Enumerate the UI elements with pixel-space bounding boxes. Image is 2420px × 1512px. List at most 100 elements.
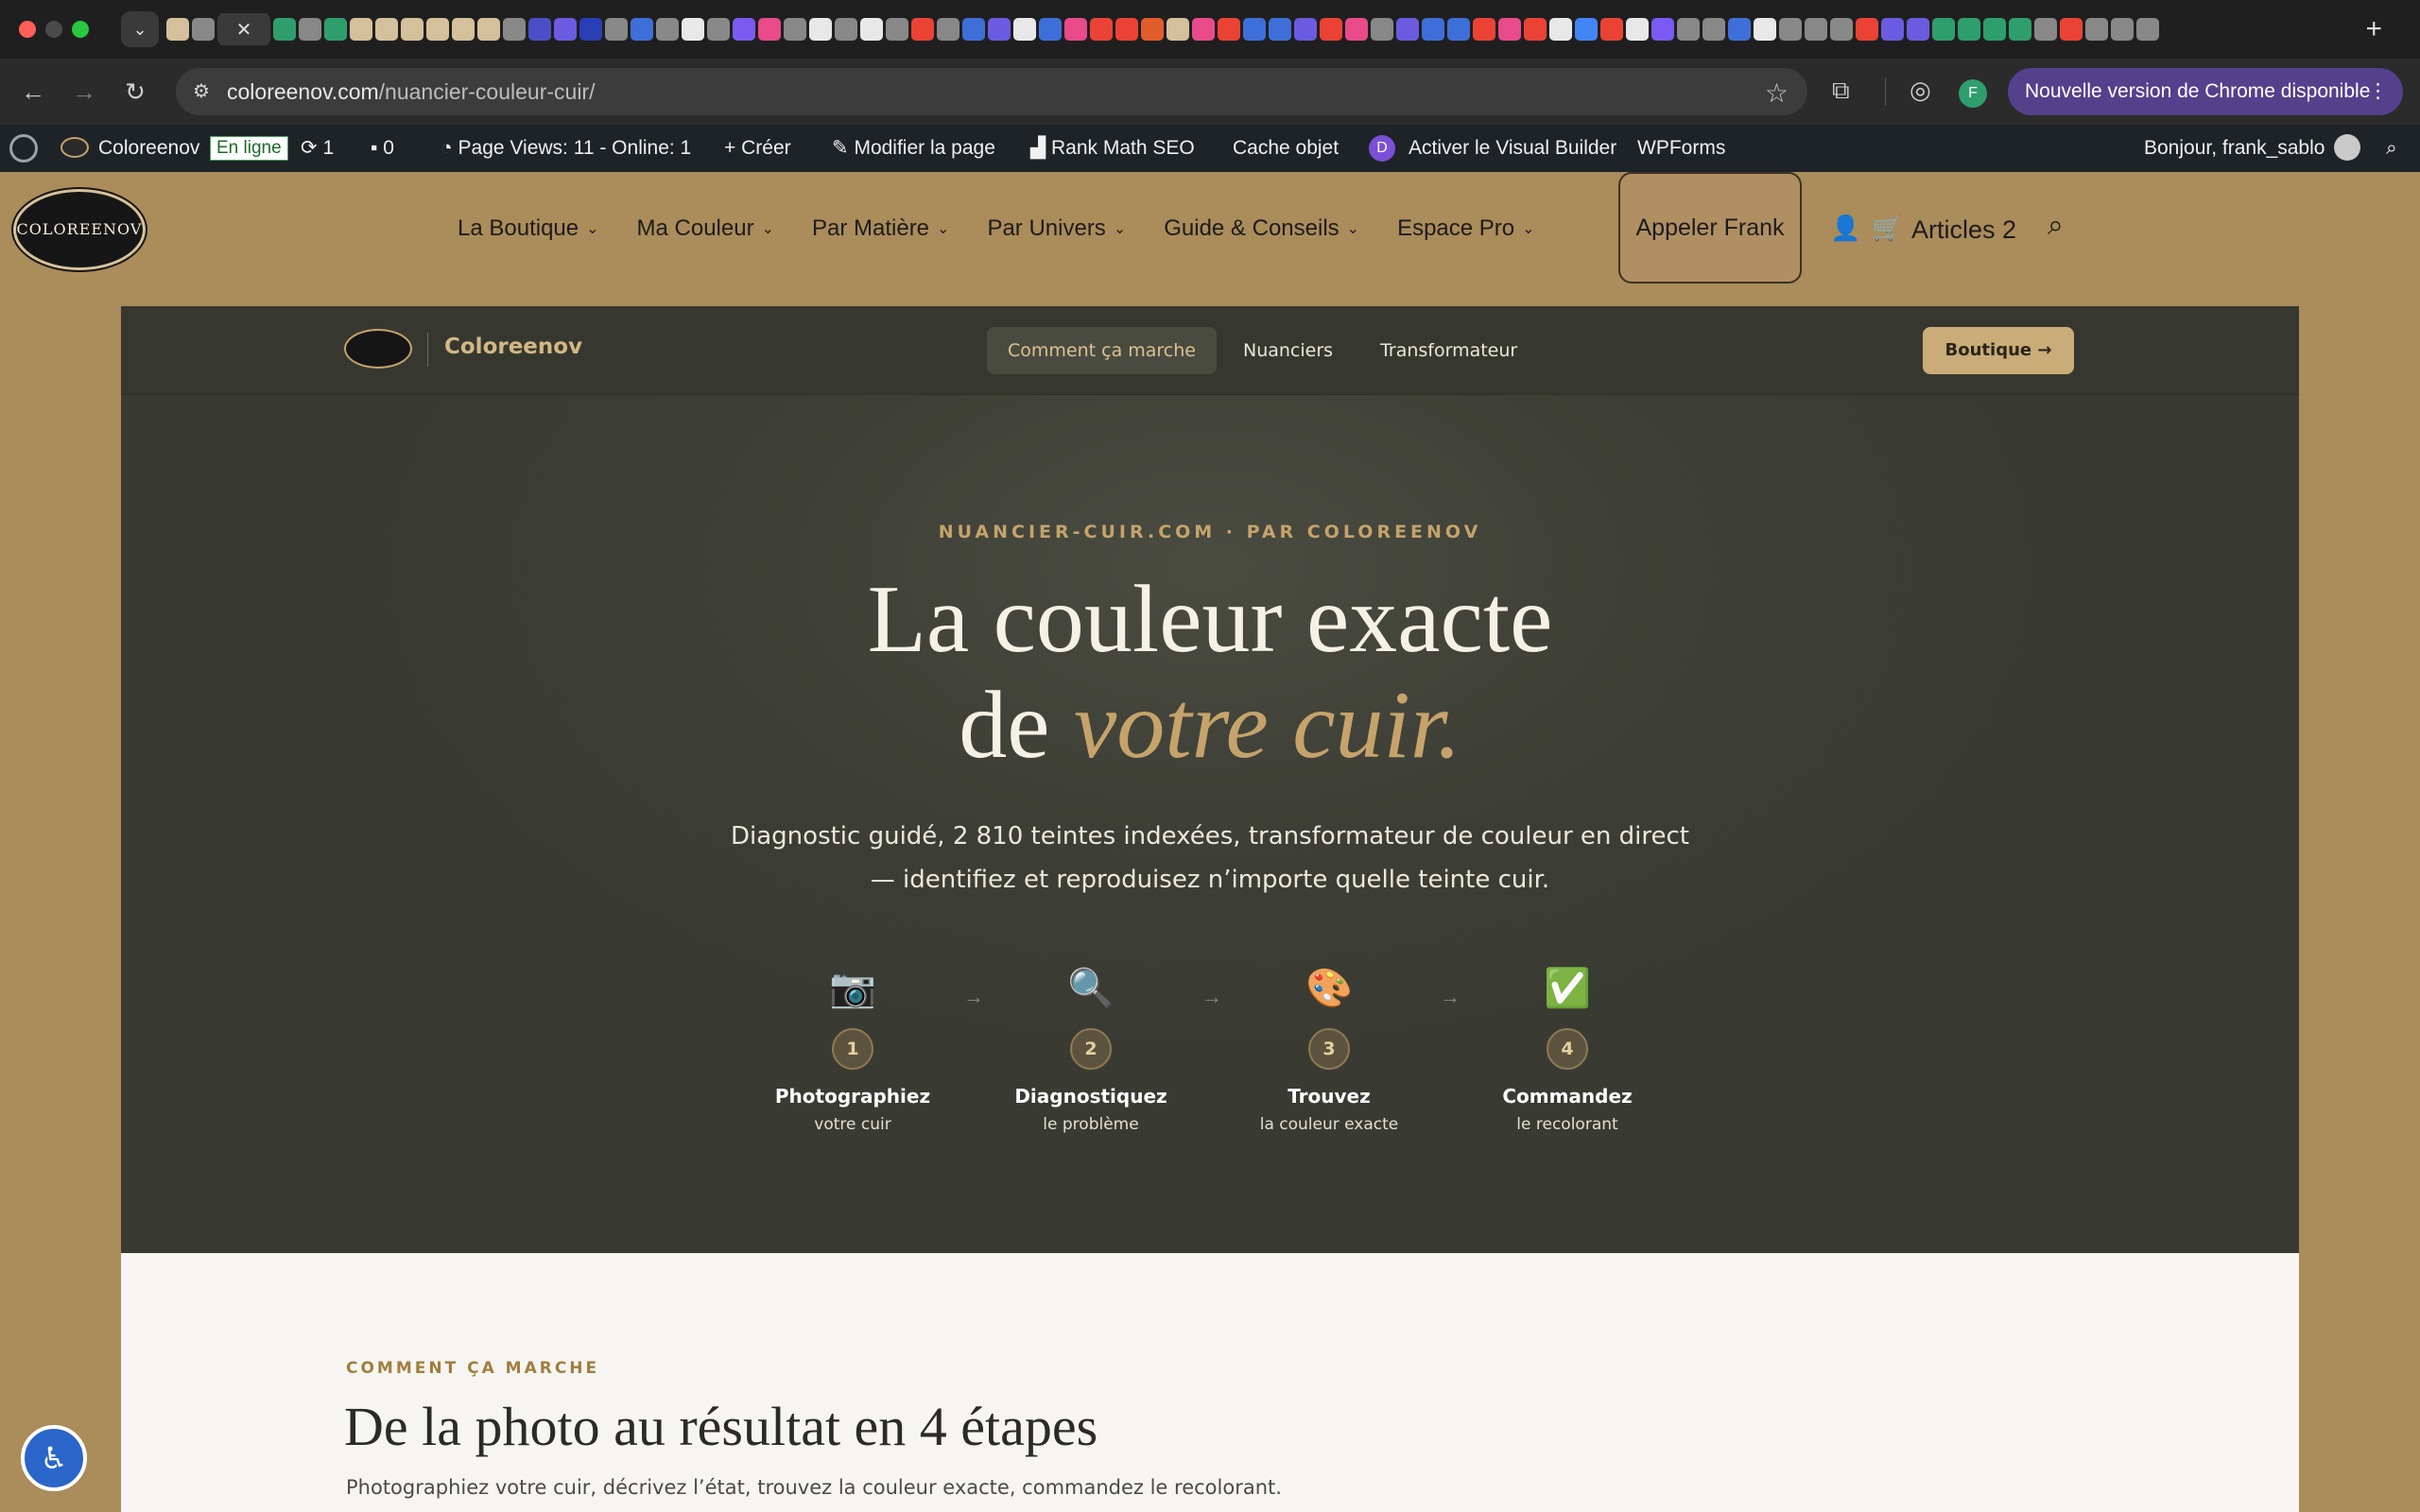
tab-favicon[interactable]	[1779, 18, 1802, 41]
cart-icon[interactable]: 🛒	[1872, 214, 1902, 243]
app-brand-name[interactable]: Coloreenov	[444, 335, 582, 359]
wp-visual-builder[interactable]: D Activer le Visual Builder	[1369, 125, 1616, 172]
tab-favicon[interactable]	[1600, 18, 1623, 41]
tab-favicon[interactable]	[937, 18, 959, 41]
tab-favicon[interactable]	[1626, 18, 1649, 41]
tab-favicon[interactable]	[1983, 18, 2006, 41]
tab-favicon[interactable]	[1575, 18, 1598, 41]
tab-favicon[interactable]	[299, 18, 321, 41]
reload-icon[interactable]: ↻	[121, 77, 149, 106]
tab-favicon[interactable]	[1396, 18, 1419, 41]
more-vertical-icon[interactable]: ⋮	[2368, 68, 2388, 115]
tab-favicon[interactable]	[166, 18, 189, 41]
tab-favicon[interactable]	[1498, 18, 1521, 41]
tab-search-chevron-icon[interactable]: ⌄	[121, 11, 159, 47]
user-account-icon[interactable]: 👤	[1830, 214, 1860, 243]
maximize-window-button[interactable]	[72, 21, 89, 38]
tab-favicon[interactable]	[1677, 18, 1700, 41]
cart-label[interactable]: Articles 2	[1911, 215, 2016, 245]
tab-favicon[interactable]	[1907, 18, 1929, 41]
tab-favicon[interactable]	[528, 18, 551, 41]
wp-page-views[interactable]: ◔ Page Views: 11 - Online: 1	[441, 125, 691, 172]
site-logo[interactable]: COLOREENOV	[13, 189, 146, 270]
tab-favicon[interactable]	[733, 18, 755, 41]
tab-favicon[interactable]	[1243, 18, 1266, 41]
tab-favicon[interactable]	[1805, 18, 1827, 41]
tab-favicon[interactable]	[1167, 18, 1189, 41]
tab-favicon[interactable]	[2136, 18, 2159, 41]
tab-favicon[interactable]	[784, 18, 806, 41]
app-logo[interactable]	[344, 329, 412, 369]
extensions-puzzle-icon[interactable]: ⧉	[1832, 76, 1850, 106]
wp-search-icon[interactable]: ⌕	[2386, 125, 2397, 172]
tab-favicon[interactable]	[426, 18, 449, 41]
tab-favicon[interactable]	[192, 18, 215, 41]
wp-comments[interactable]: ▪ 0	[371, 125, 394, 172]
minimize-window-button[interactable]	[45, 21, 62, 38]
tab-favicon[interactable]	[758, 18, 781, 41]
tab-favicon[interactable]	[324, 18, 347, 41]
tab-favicon[interactable]	[1039, 18, 1062, 41]
tab-favicon[interactable]	[631, 18, 653, 41]
tab-favicon[interactable]	[1294, 18, 1317, 41]
tab-favicon[interactable]	[1320, 18, 1342, 41]
tab-favicon[interactable]	[835, 18, 857, 41]
tab-favicon[interactable]	[962, 18, 985, 41]
tab-favicon[interactable]	[350, 18, 372, 41]
tab-favicon[interactable]	[911, 18, 934, 41]
wp-object-cache[interactable]: Cache objet	[1233, 125, 1339, 172]
search-icon[interactable]: ⌕	[2048, 210, 2064, 242]
extension-icon[interactable]: ◎	[1910, 76, 1931, 105]
tab-favicon[interactable]	[682, 18, 704, 41]
tab-favicon[interactable]	[707, 18, 730, 41]
tab-favicon[interactable]	[1549, 18, 1572, 41]
tab-favicon[interactable]	[579, 18, 602, 41]
tab-favicon[interactable]	[1958, 18, 1980, 41]
back-arrow-icon[interactable]: ←	[19, 77, 47, 106]
tab-favicon[interactable]	[452, 18, 475, 41]
chrome-update-button[interactable]: Nouvelle version de Chrome disponible ⋮	[2008, 68, 2403, 115]
wp-wpforms[interactable]: WPForms	[1637, 125, 1725, 172]
tab-favicon[interactable]	[2060, 18, 2083, 41]
shop-button[interactable]: Boutique →	[1923, 327, 2074, 374]
tab-favicon[interactable]	[1141, 18, 1164, 41]
tab-favicon[interactable]	[2009, 18, 2031, 41]
wp-create-menu[interactable]: + Créer	[724, 125, 791, 172]
tab-favicon[interactable]	[1345, 18, 1368, 41]
app-link-transformateur[interactable]: Transformateur	[1359, 327, 1538, 374]
tab-favicon[interactable]	[1754, 18, 1776, 41]
tab-favicon[interactable]	[1218, 18, 1240, 41]
active-tab-close-icon[interactable]: ✕	[217, 13, 270, 45]
tab-favicon[interactable]	[273, 18, 296, 41]
tab-favicon[interactable]	[477, 18, 500, 41]
app-link-comment-ca-marche[interactable]: Comment ça marche	[987, 327, 1217, 374]
wp-rank-math[interactable]: ▟ Rank Math SEO	[1030, 125, 1195, 172]
tab-favicon[interactable]	[2111, 18, 2134, 41]
wp-edit-page[interactable]: ✎ Modifier la page	[832, 125, 995, 172]
nav-item-ma-couleur[interactable]: Ma Couleur ⌄	[637, 215, 774, 242]
address-bar[interactable]: ⚙ coloreenov.com/nuancier-couleur-cuir/ …	[176, 68, 1807, 115]
tab-favicon[interactable]	[1728, 18, 1751, 41]
nav-item-par-univers[interactable]: Par Univers ⌄	[987, 215, 1126, 242]
tab-favicon[interactable]	[1064, 18, 1087, 41]
tab-favicon[interactable]	[1651, 18, 1674, 41]
wp-updates[interactable]: ⟳ 1	[301, 125, 334, 172]
tab-favicon[interactable]	[1703, 18, 1725, 41]
tab-favicon[interactable]	[375, 18, 398, 41]
call-frank-button[interactable]: Appeler Frank	[1618, 172, 1802, 284]
tab-favicon[interactable]	[1192, 18, 1215, 41]
tab-favicon[interactable]	[1447, 18, 1470, 41]
tab-favicon[interactable]	[656, 18, 679, 41]
tab-favicon[interactable]	[860, 18, 883, 41]
tab-favicon[interactable]	[401, 18, 424, 41]
tab-favicon[interactable]	[1371, 18, 1393, 41]
tab-favicon[interactable]	[605, 18, 628, 41]
tab-favicon[interactable]	[886, 18, 908, 41]
tab-favicon[interactable]	[1269, 18, 1291, 41]
tab-favicon[interactable]	[1013, 18, 1036, 41]
tab-favicon[interactable]	[1524, 18, 1547, 41]
tab-favicon[interactable]	[1856, 18, 1878, 41]
close-window-button[interactable]	[19, 21, 36, 38]
accessibility-widget-icon[interactable]: ♿	[21, 1425, 87, 1491]
bookmark-star-icon[interactable]: ☆	[1765, 77, 1789, 109]
